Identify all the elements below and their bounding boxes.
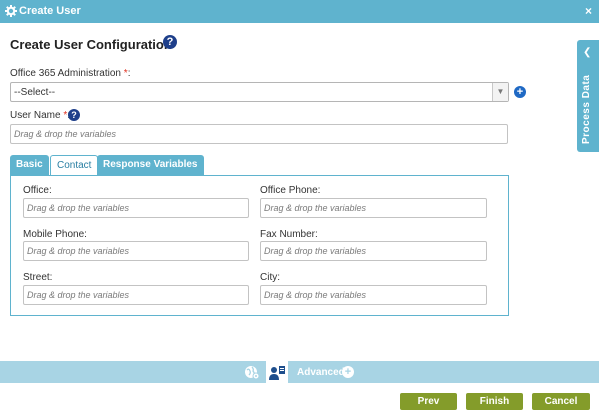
street-input[interactable]: Drag & drop the variables — [23, 285, 249, 305]
process-data-tab[interactable]: ❮ Process Data — [577, 40, 599, 152]
help-icon[interactable]: ? — [68, 109, 80, 121]
office365-select-value: --Select-- — [14, 87, 56, 98]
cancel-button[interactable]: Cancel — [532, 393, 590, 410]
fax-number-label: Fax Number: — [260, 229, 318, 240]
tab-response-variables[interactable]: Response Variables — [97, 155, 204, 176]
tab-basic[interactable]: Basic — [10, 155, 49, 176]
office365-label-text: Office 365 Administration — [10, 68, 121, 79]
office-input[interactable]: Drag & drop the variables — [23, 198, 249, 218]
window-title: Create User — [19, 5, 81, 17]
users-icon — [269, 366, 285, 380]
tab-contact[interactable]: Contact — [50, 155, 99, 177]
add-connection-icon[interactable]: + — [514, 86, 526, 98]
close-icon[interactable]: × — [585, 4, 592, 18]
page-title: Create User Configuration — [10, 37, 172, 52]
advanced-bar: Advanced + — [0, 361, 599, 383]
advanced-label[interactable]: Advanced — [297, 367, 345, 378]
finish-button[interactable]: Finish — [466, 393, 523, 410]
street-label: Street: — [23, 272, 53, 283]
city-label: City: — [260, 272, 280, 283]
office-label: Office: — [23, 185, 52, 196]
help-icon[interactable]: ? — [163, 35, 177, 49]
mobile-phone-label: Mobile Phone: — [23, 229, 87, 240]
office365-select[interactable]: --Select-- ▼ — [10, 82, 509, 102]
user-roles-tab[interactable] — [266, 361, 288, 383]
chevron-left-icon: ❮ — [583, 47, 592, 58]
process-data-label: Process Data — [581, 74, 592, 144]
username-input[interactable]: Drag & drop the variables — [10, 124, 508, 144]
globe-settings-icon[interactable] — [244, 364, 260, 380]
gear-icon — [5, 5, 17, 17]
office365-label: Office 365 Administration *: — [10, 68, 130, 79]
city-input[interactable]: Drag & drop the variables — [260, 285, 487, 305]
prev-button[interactable]: Prev — [400, 393, 457, 410]
mobile-phone-input[interactable]: Drag & drop the variables — [23, 241, 249, 261]
office365-label-suffix: : — [127, 68, 131, 79]
username-label-text: User Name — [10, 110, 61, 121]
advanced-expand-icon[interactable]: + — [342, 366, 354, 378]
fax-number-input[interactable]: Drag & drop the variables — [260, 241, 487, 261]
chevron-down-icon[interactable]: ▼ — [492, 83, 508, 101]
office-phone-label: Office Phone: — [260, 185, 321, 196]
title-bar: Create User × — [0, 0, 599, 23]
contact-tab-panel: Office: Drag & drop the variables Office… — [10, 175, 509, 316]
username-label: User Name *: — [10, 110, 70, 121]
office-phone-input[interactable]: Drag & drop the variables — [260, 198, 487, 218]
